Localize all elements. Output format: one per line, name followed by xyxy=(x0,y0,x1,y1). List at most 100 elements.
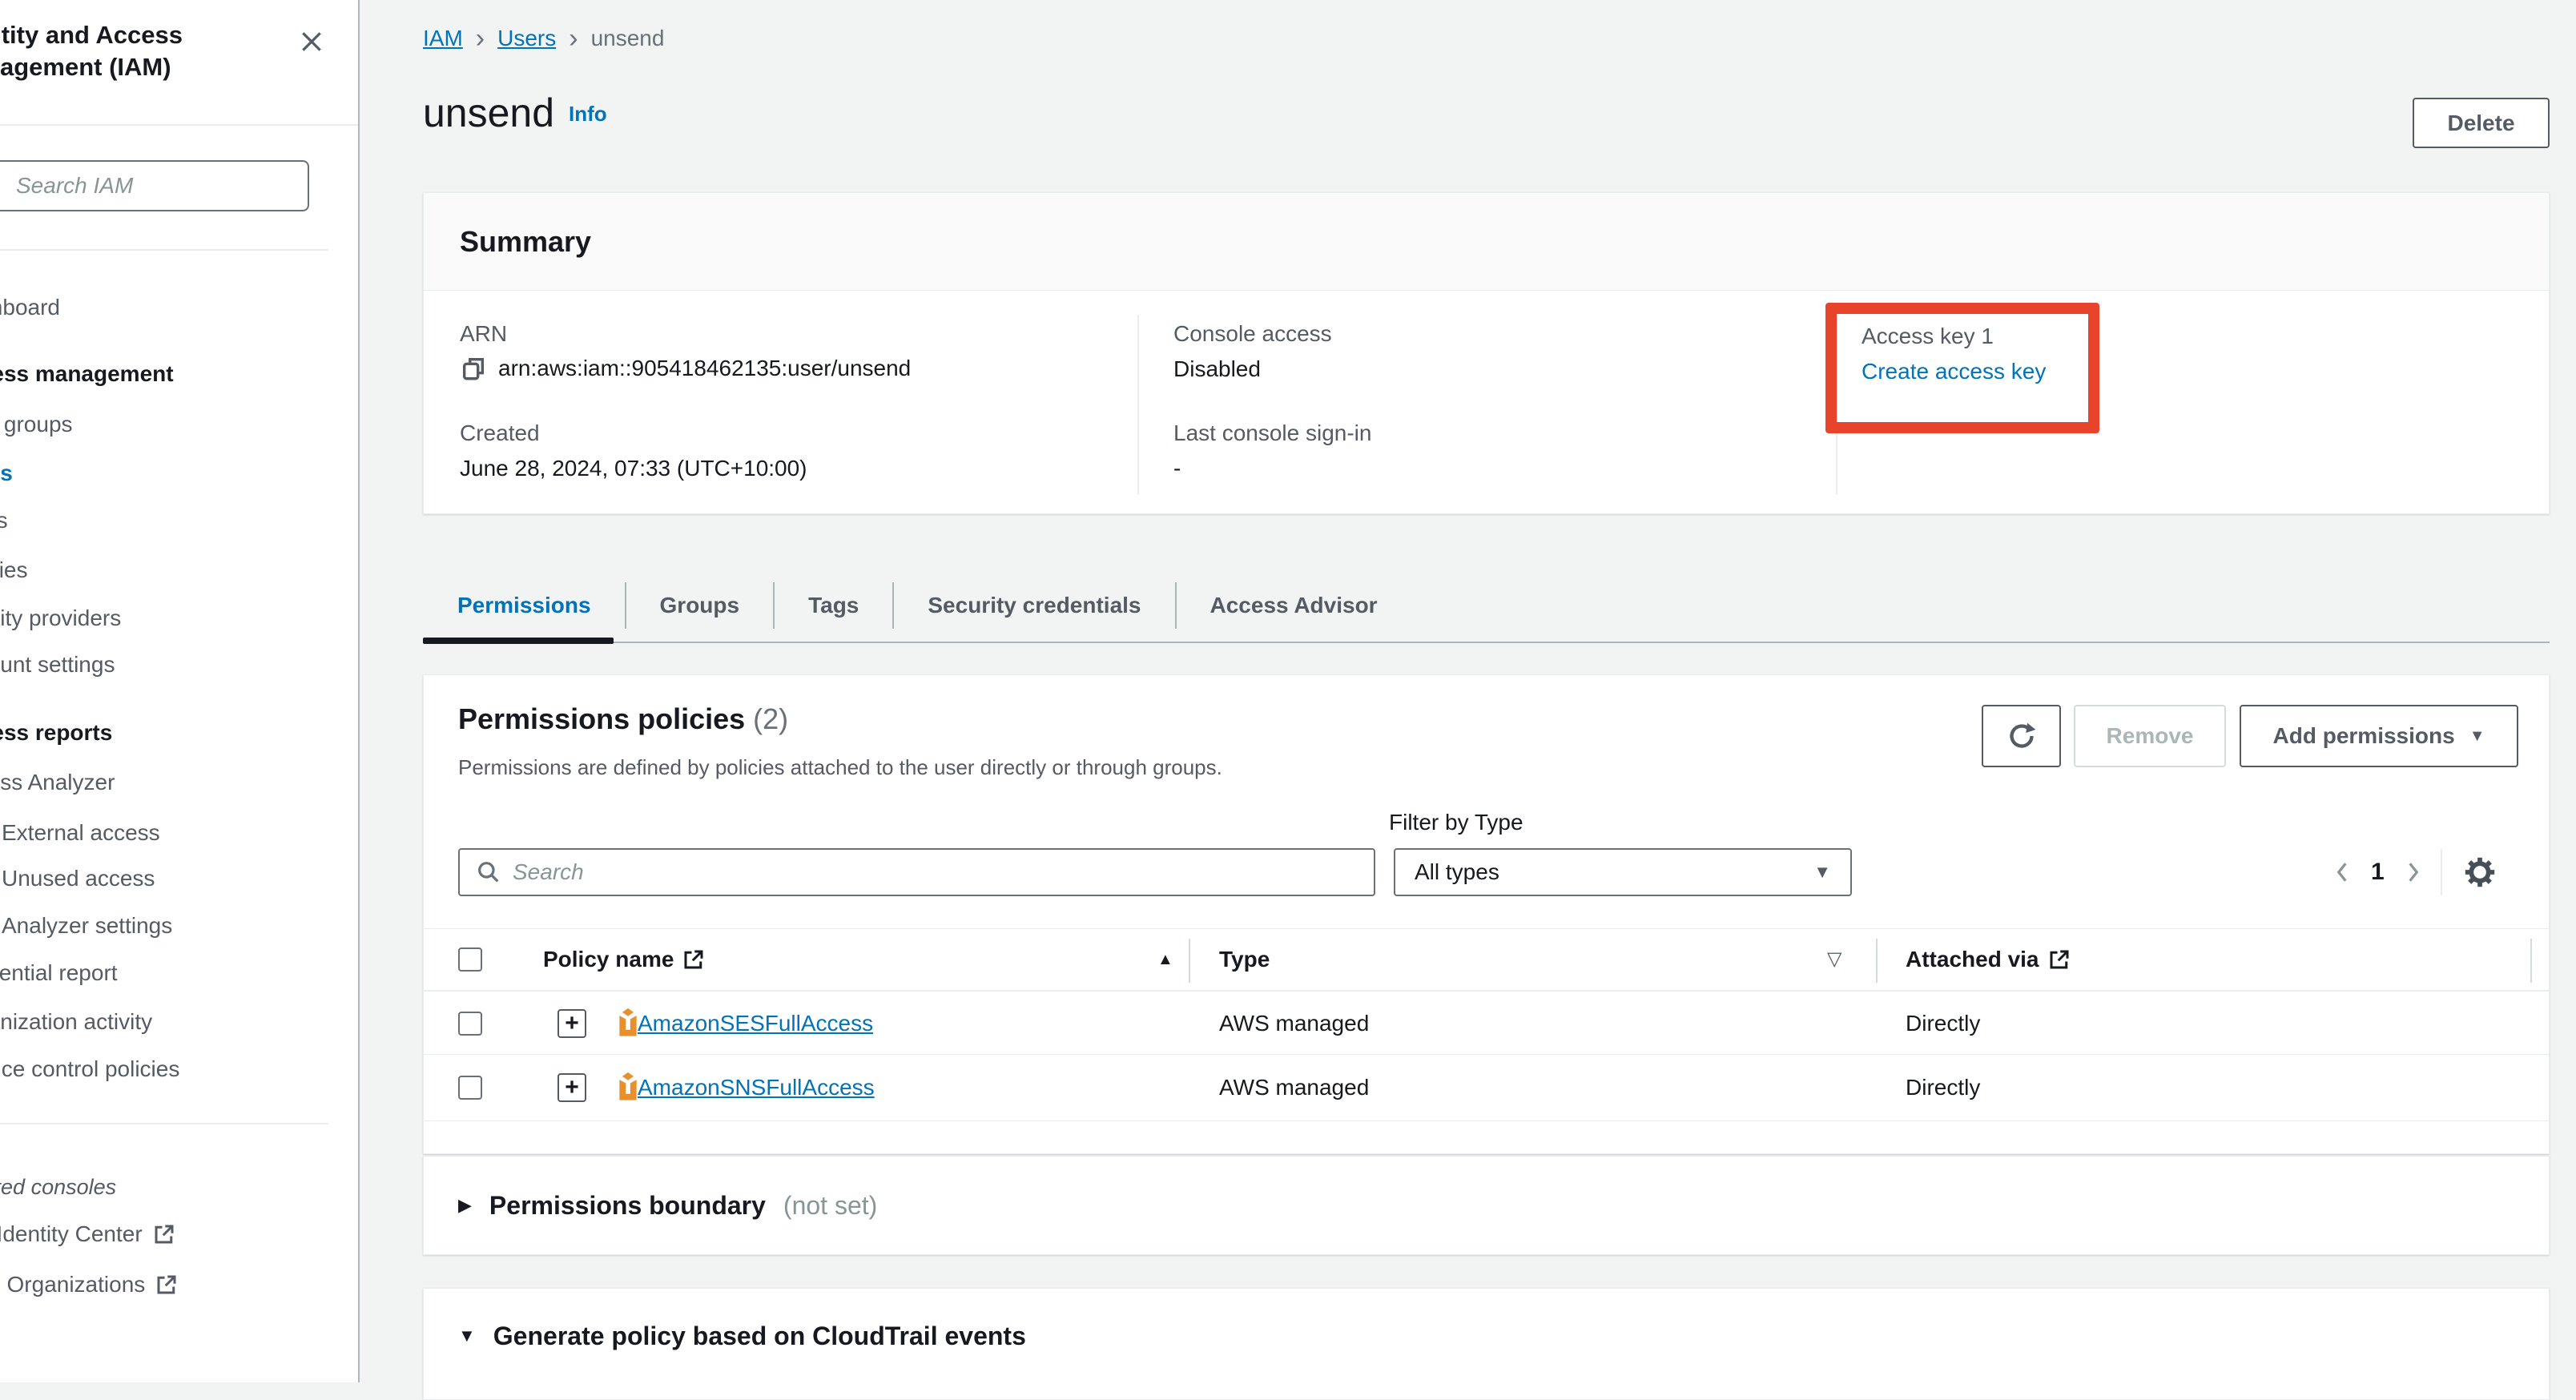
previous-page-icon[interactable] xyxy=(2334,860,2350,884)
generate-policy-header[interactable]: ▼ Generate policy based on CloudTrail ev… xyxy=(424,1289,2549,1383)
active-tab-underline xyxy=(423,638,614,644)
sidebar-item-credential-report[interactable]: Credential report xyxy=(0,955,118,992)
breadcrumb-separator-icon: › xyxy=(476,27,485,50)
created-label: Created xyxy=(460,420,540,446)
sidebar-divider xyxy=(0,1123,328,1124)
sort-ascending-icon[interactable]: ▲ xyxy=(1157,951,1173,968)
breadcrumb-iam[interactable]: IAM xyxy=(423,26,463,51)
close-icon[interactable] xyxy=(299,29,324,54)
type-filter-select[interactable]: All types ▼ xyxy=(1394,848,1852,896)
breadcrumb-users[interactable]: Users xyxy=(497,26,556,51)
add-permissions-button[interactable]: Add permissions ▼ xyxy=(2240,705,2518,767)
table-row: + AmazonSNSFullAccess AWS managed Direct… xyxy=(424,1055,2549,1121)
sidebar-item-roles[interactable]: Roles xyxy=(0,502,8,539)
section-note: (not set) xyxy=(783,1191,877,1221)
select-all-checkbox[interactable] xyxy=(458,947,482,972)
tab-underline xyxy=(423,642,2550,643)
copy-icon[interactable] xyxy=(460,355,487,382)
sidebar-item-user-groups[interactable]: User groups xyxy=(0,406,73,443)
column-attached-via[interactable]: Attached via xyxy=(1906,947,2039,972)
tab-security-credentials[interactable]: Security credentials xyxy=(894,593,1174,618)
column-type[interactable]: Type xyxy=(1219,947,1270,972)
tab-permissions[interactable]: Permissions xyxy=(423,593,625,618)
filter-icon[interactable]: ▽ xyxy=(1827,950,1841,969)
permissions-boundary-card: ▶ Permissions boundary (not set) xyxy=(423,1156,2550,1255)
sidebar-title: Identity and Access Management (IAM) xyxy=(0,19,287,83)
policy-search-input[interactable] xyxy=(501,850,1374,895)
column-divider xyxy=(1137,315,1139,494)
expand-row-icon[interactable]: + xyxy=(557,1009,586,1038)
sidebar-item-identity-providers[interactable]: Identity providers xyxy=(0,600,121,637)
tab-access-advisor[interactable]: Access Advisor xyxy=(1177,593,1411,618)
sidebar-item-organization-activity[interactable]: Organization activity xyxy=(0,1004,152,1040)
tab-bar: Permissions Groups Tags Security credent… xyxy=(423,572,1411,639)
arn-value: arn:aws:iam::905418462135:user/unsend xyxy=(498,356,911,381)
caret-down-icon: ▼ xyxy=(2469,728,2485,744)
table-header: Policy name ▲ Type ▽ Attached via xyxy=(424,928,2549,992)
panel-title: Permissions policies (2) xyxy=(458,702,788,736)
section-title: Generate policy based on CloudTrail even… xyxy=(493,1322,1026,1351)
permissions-boundary-header[interactable]: ▶ Permissions boundary (not set) xyxy=(424,1157,2549,1254)
sidebar-item-analyzer-settings[interactable]: Analyzer settings xyxy=(2,907,172,944)
collapse-section-icon: ▼ xyxy=(458,1327,476,1345)
column-divider xyxy=(1876,939,1878,983)
breadcrumb: IAM › Users › unsend xyxy=(423,26,664,51)
pager-divider xyxy=(2441,849,2442,895)
last-signin-value: - xyxy=(1173,456,1181,481)
sidebar-item-account-settings[interactable]: Account settings xyxy=(0,646,115,683)
create-access-key-link[interactable]: Create access key xyxy=(1862,359,2046,384)
sidebar-item-iam-identity-center[interactable]: IAM Identity Center xyxy=(0,1216,176,1253)
sidebar-item-access-analyzer[interactable]: Access Analyzer xyxy=(0,764,115,801)
access-key-annotation-box: Access key 1 Create access key xyxy=(1825,303,2099,433)
summary-header: Summary xyxy=(424,193,2549,291)
row-checkbox[interactable] xyxy=(458,1012,482,1036)
tab-tags[interactable]: Tags xyxy=(775,593,892,618)
sidebar-item-unused-access[interactable]: Unused access xyxy=(2,860,155,897)
expand-row-icon[interactable]: + xyxy=(557,1073,586,1102)
permissions-policies-card: Permissions policies (2) Permissions are… xyxy=(423,674,2550,1154)
sidebar-item-service-control-policies[interactable]: Service control policies xyxy=(0,1051,179,1088)
policy-link[interactable]: AmazonSESFullAccess xyxy=(638,1011,873,1036)
sidebar-section-access-reports: Access reports xyxy=(0,714,112,751)
page-number[interactable]: 1 xyxy=(2350,859,2405,886)
policy-link[interactable]: AmazonSNSFullAccess xyxy=(638,1075,875,1100)
sidebar-item-aws-organizations[interactable]: AWS Organizations xyxy=(0,1266,179,1303)
next-page-icon[interactable] xyxy=(2405,860,2421,884)
panel-count: (2) xyxy=(753,702,788,735)
column-policy-name[interactable]: Policy name xyxy=(543,947,674,972)
arn-label: ARN xyxy=(460,321,507,347)
console-access-value: Disabled xyxy=(1173,356,1261,382)
generate-policy-card: ▼ Generate policy based on CloudTrail ev… xyxy=(423,1288,2550,1400)
sidebar-search-input[interactable] xyxy=(0,160,309,211)
column-divider xyxy=(2530,939,2532,983)
console-access-label: Console access xyxy=(1173,321,1332,347)
sidebar-divider xyxy=(0,249,328,251)
last-signin-label: Last console sign-in xyxy=(1173,420,1371,446)
sidebar-item-dashboard[interactable]: Dashboard xyxy=(0,289,60,326)
breadcrumb-current: unsend xyxy=(591,26,665,51)
delete-button[interactable]: Delete xyxy=(2413,98,2550,148)
sidebar: Identity and Access Management (IAM) Das… xyxy=(0,0,360,1382)
refresh-button[interactable] xyxy=(1982,705,2061,767)
external-link-icon xyxy=(682,947,706,972)
policy-type: AWS managed xyxy=(1219,1011,1369,1036)
remove-button[interactable]: Remove xyxy=(2074,705,2226,767)
summary-card: Summary ARN arn:aws:iam::905418462135:us… xyxy=(423,192,2550,514)
tab-groups[interactable]: Groups xyxy=(626,593,774,618)
created-value: June 28, 2024, 07:33 (UTC+10:00) xyxy=(460,456,807,481)
gear-icon[interactable] xyxy=(2461,854,2498,891)
page-title: unsendInfo xyxy=(423,90,607,136)
sidebar-item-users[interactable]: Users xyxy=(0,455,13,492)
panel-description: Permissions are defined by policies atta… xyxy=(458,755,1222,780)
policy-type: AWS managed xyxy=(1219,1075,1369,1100)
breadcrumb-separator-icon: › xyxy=(569,27,578,50)
policy-attached-via: Directly xyxy=(1906,1075,1980,1100)
sidebar-item-policies[interactable]: Policies xyxy=(0,552,27,589)
access-key-label: Access key 1 xyxy=(1862,324,1994,349)
row-checkbox[interactable] xyxy=(458,1076,482,1100)
info-link[interactable]: Info xyxy=(569,102,607,126)
sidebar-section-access-management: Access management xyxy=(0,356,174,392)
table-row: + AmazonSESFullAccess AWS managed Direct… xyxy=(424,992,2549,1055)
search-icon xyxy=(476,859,501,885)
sidebar-item-external-access[interactable]: External access xyxy=(2,815,160,851)
